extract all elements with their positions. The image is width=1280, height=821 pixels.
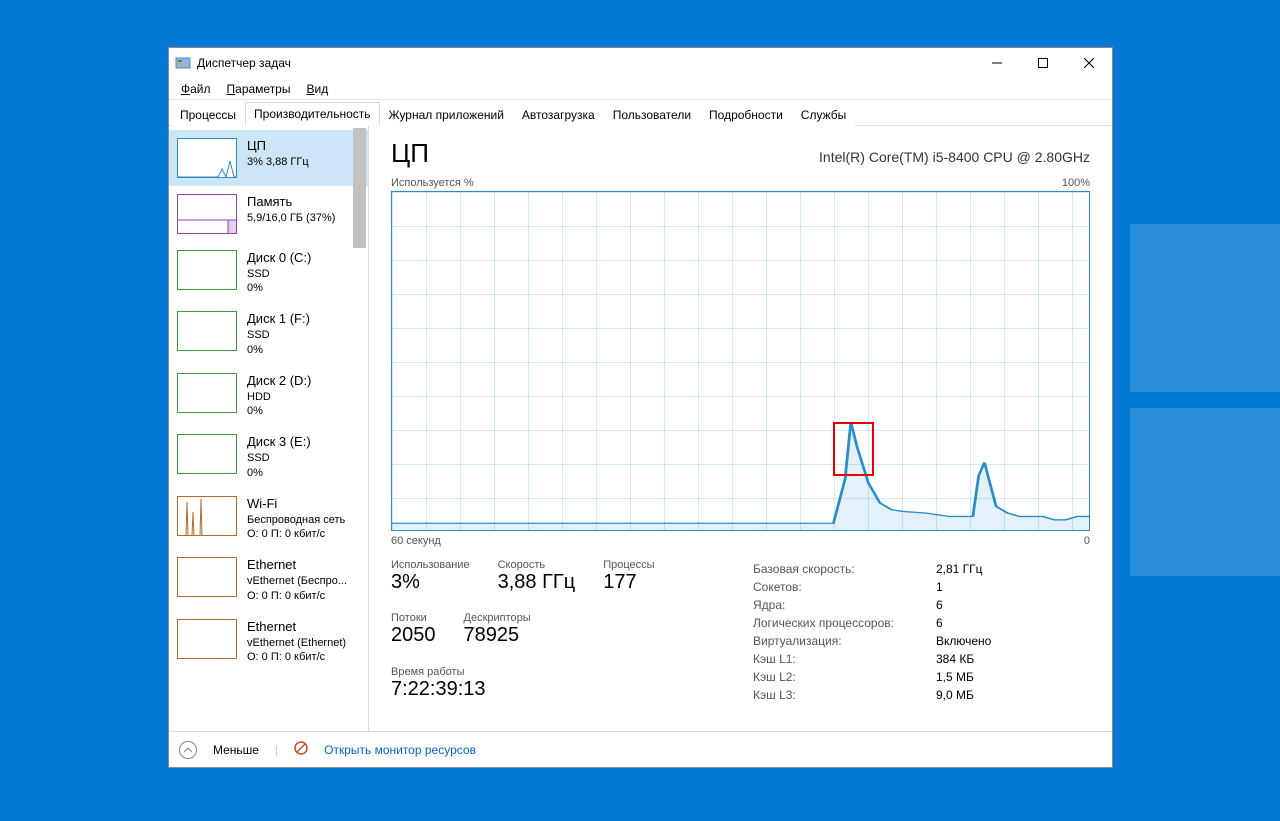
maximize-button[interactable]: [1020, 48, 1066, 78]
footer: Меньше | Открыть монитор ресурсов: [169, 731, 1112, 767]
stats-summary: Использование3% Скорость3,88 ГГц Процессы1…: [391, 559, 711, 705]
stat-Дескрипторы: Дескрипторы78925: [464, 612, 531, 651]
sidebar-item-line: 0%: [247, 466, 311, 480]
sidebar-item-line: 0%: [247, 343, 310, 357]
menubar: ФайлПараметрыВид: [169, 78, 1112, 100]
detail-row: Кэш L1:384 КБ: [753, 651, 991, 667]
sidebar-item-title: Ethernet: [247, 619, 346, 636]
menu-параметры[interactable]: Параметры: [219, 80, 299, 98]
sidebar-item-title: Wi-Fi: [247, 496, 345, 513]
scrollbar-thumb[interactable]: [353, 128, 366, 248]
app-icon: [175, 55, 191, 71]
sidebar-item-line: 5,9/16,0 ГБ (37%): [247, 211, 335, 225]
collapse-icon[interactable]: [179, 741, 197, 759]
detail-row: Сокетов:1: [753, 579, 991, 595]
sidebar-item-2[interactable]: Диск 0 (C:)SSD0%: [169, 242, 368, 303]
sidebar-item-title: Ethernet: [247, 557, 347, 574]
tab-3[interactable]: Автозагрузка: [513, 103, 604, 126]
sidebar-thumb: [177, 557, 237, 597]
stat-Потоки: Потоки2050: [391, 612, 436, 651]
graph-label-tl: Используется %: [391, 177, 474, 189]
fewer-details-link[interactable]: Меньше: [213, 743, 259, 757]
stat-Использование: Использование3%: [391, 559, 470, 598]
graph-label-tr: 100%: [1062, 177, 1090, 189]
sidebar-item-6[interactable]: Wi-FiБеспроводная сетьО: 0 П: 0 кбит/с: [169, 488, 368, 549]
sidebar-item-3[interactable]: Диск 1 (F:)SSD0%: [169, 303, 368, 364]
minimize-button[interactable]: [974, 48, 1020, 78]
sidebar-thumb: [177, 373, 237, 413]
sidebar-scrollbar[interactable]: [351, 126, 368, 731]
stat-Время работы: Время работы7:22:39:13: [391, 666, 711, 705]
sidebar-item-line: 0%: [247, 404, 311, 418]
resmon-icon: [294, 741, 308, 758]
detail-row: Кэш L2:1,5 МБ: [753, 669, 991, 685]
sidebar-item-line: О: 0 П: 0 кбит/с: [247, 527, 345, 541]
sidebar-thumb: [177, 434, 237, 474]
sidebar-item-1[interactable]: Память5,9/16,0 ГБ (37%): [169, 186, 368, 242]
sidebar-item-line: О: 0 П: 0 кбит/с: [247, 650, 346, 664]
sidebar-item-title: ЦП: [247, 138, 309, 155]
graph-label-br: 0: [1084, 535, 1090, 547]
sidebar-item-title: Диск 2 (D:): [247, 373, 311, 390]
sidebar-thumb: [177, 138, 237, 178]
sidebar-item-4[interactable]: Диск 2 (D:)HDD0%: [169, 365, 368, 426]
sidebar-item-line: SSD: [247, 451, 311, 465]
tab-bar: ПроцессыПроизводительностьЖурнал приложе…: [169, 100, 1112, 126]
close-button[interactable]: [1066, 48, 1112, 78]
sidebar-item-5[interactable]: Диск 3 (E:)SSD0%: [169, 426, 368, 487]
detail-row: Кэш L3:9,0 МБ: [753, 687, 991, 703]
tab-6[interactable]: Службы: [792, 103, 855, 126]
titlebar[interactable]: Диспетчер задач: [169, 48, 1112, 78]
cpu-graph: [391, 191, 1090, 531]
sidebar-item-line: SSD: [247, 328, 310, 342]
sidebar-item-0[interactable]: ЦП3% 3,88 ГГц: [169, 130, 368, 186]
sidebar-item-line: SSD: [247, 267, 311, 281]
sidebar[interactable]: ЦП3% 3,88 ГГцПамять5,9/16,0 ГБ (37%)Диск…: [169, 126, 369, 731]
sidebar-item-8[interactable]: EthernetvEthernet (Ethernet)О: 0 П: 0 кб…: [169, 611, 368, 672]
tab-5[interactable]: Подробности: [700, 103, 792, 126]
sidebar-thumb: [177, 496, 237, 536]
sidebar-item-line: Беспроводная сеть: [247, 513, 345, 527]
sidebar-item-title: Диск 0 (C:): [247, 250, 311, 267]
tab-1[interactable]: Производительность: [245, 102, 379, 126]
sidebar-thumb: [177, 194, 237, 234]
sidebar-thumb: [177, 311, 237, 351]
detail-row: Логических процессоров:6: [753, 615, 991, 631]
menu-файл[interactable]: Файл: [173, 80, 219, 98]
sidebar-item-title: Диск 3 (E:): [247, 434, 311, 451]
highlight-annotation: [833, 422, 874, 476]
detail-row: Ядра:6: [753, 597, 991, 613]
stat-Процессы: Процессы177: [603, 559, 654, 598]
sidebar-item-line: HDD: [247, 390, 311, 404]
sidebar-item-line: 0%: [247, 281, 311, 295]
detail-row: Виртуализация:Включено: [753, 633, 991, 649]
cpu-model: Intel(R) Core(TM) i5-8400 CPU @ 2.80GHz: [819, 149, 1090, 165]
sidebar-thumb: [177, 250, 237, 290]
sidebar-item-line: vEthernet (Беспро...: [247, 574, 347, 588]
tab-0[interactable]: Процессы: [171, 103, 245, 126]
open-resource-monitor-link[interactable]: Открыть монитор ресурсов: [324, 743, 476, 757]
window-title: Диспетчер задач: [197, 56, 291, 70]
detail-row: Базовая скорость:2,81 ГГц: [753, 561, 991, 577]
menu-вид[interactable]: Вид: [298, 80, 336, 98]
graph-label-bl: 60 секунд: [391, 535, 441, 547]
sidebar-item-line: О: 0 П: 0 кбит/с: [247, 589, 347, 603]
sidebar-item-line: 3% 3,88 ГГц: [247, 155, 309, 169]
tab-4[interactable]: Пользователи: [604, 103, 700, 126]
main-panel: ЦП Intel(R) Core(TM) i5-8400 CPU @ 2.80G…: [369, 126, 1112, 731]
task-manager-window: Диспетчер задач ФайлПараметрыВид Процесс…: [168, 47, 1113, 768]
main-title: ЦП: [391, 138, 429, 169]
stats-details: Базовая скорость:2,81 ГГц Сокетов:1 Ядра:6…: [751, 559, 993, 705]
sidebar-item-7[interactable]: EthernetvEthernet (Беспро...О: 0 П: 0 кб…: [169, 549, 368, 610]
sidebar-item-title: Память: [247, 194, 335, 211]
stat-Скорость: Скорость3,88 ГГц: [498, 559, 576, 598]
sidebar-item-line: vEthernet (Ethernet): [247, 636, 346, 650]
sidebar-thumb: [177, 619, 237, 659]
tab-2[interactable]: Журнал приложений: [380, 103, 513, 126]
sidebar-item-title: Диск 1 (F:): [247, 311, 310, 328]
